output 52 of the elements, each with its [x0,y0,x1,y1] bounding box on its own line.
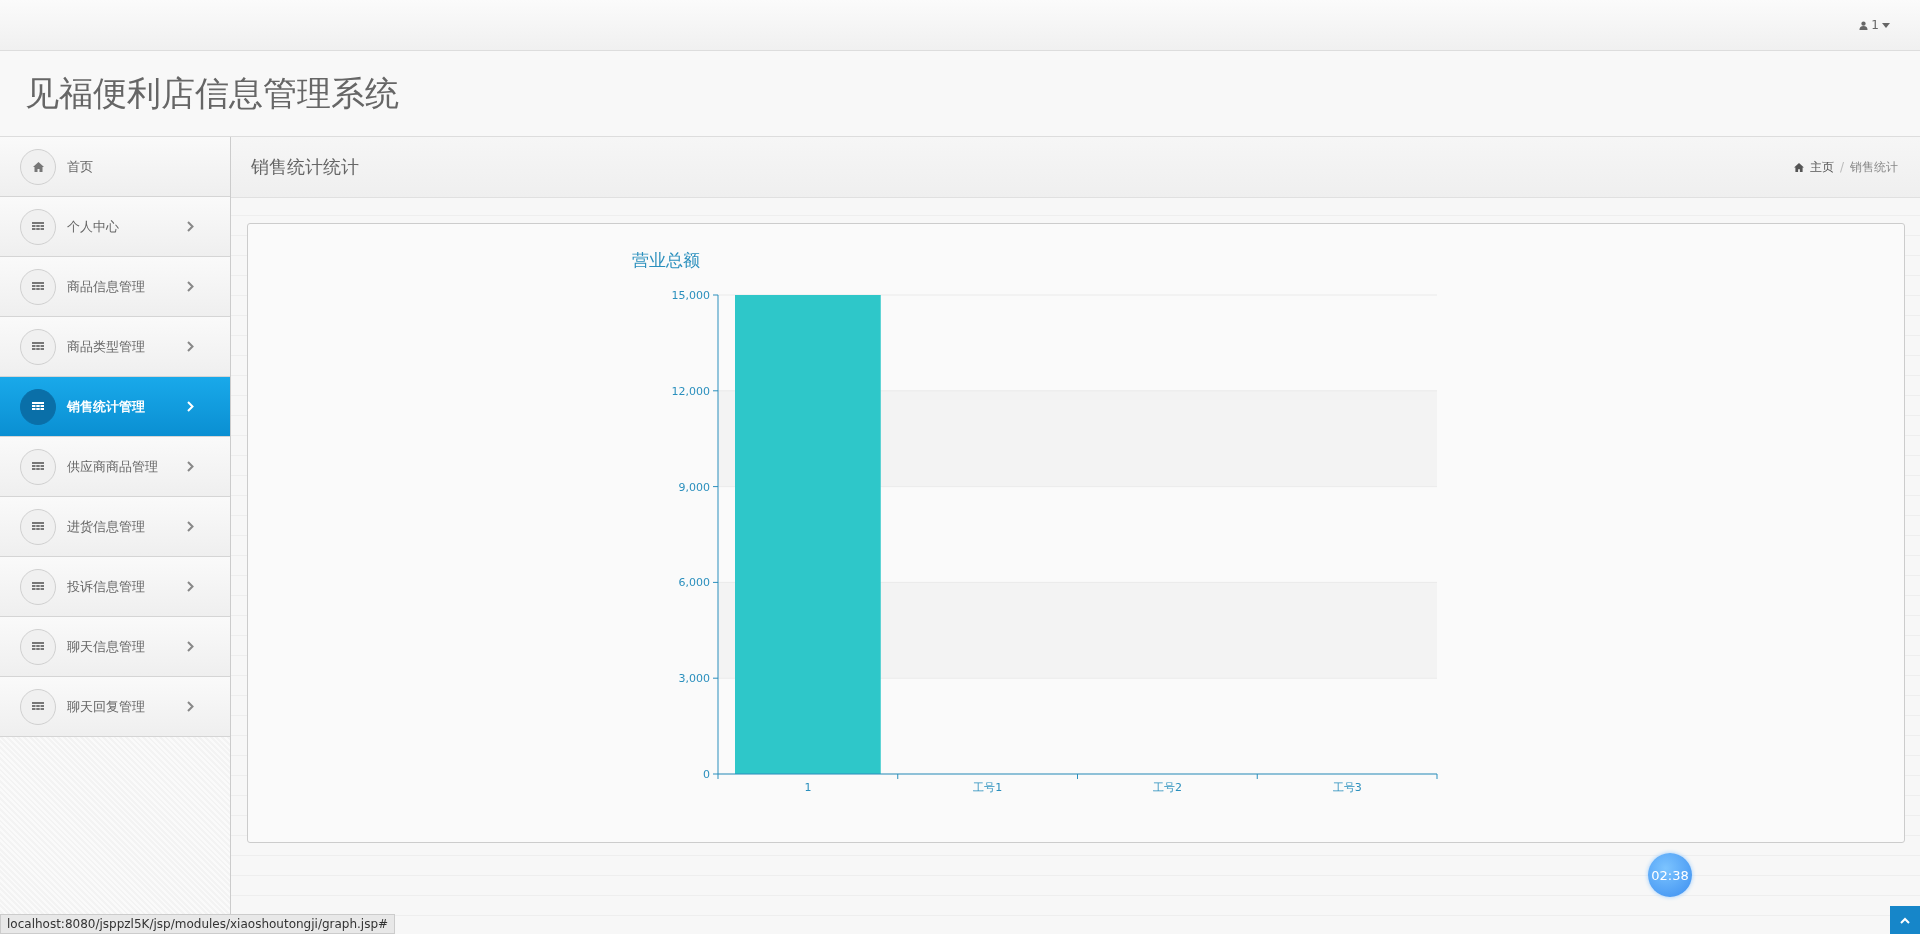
x-tick-label: 工号3 [1332,781,1362,794]
x-tick-label: 工号2 [1152,781,1182,794]
table-icon [32,341,44,352]
breadcrumb-item: 销售统计 [1850,158,1898,176]
sidebar-item[interactable]: 聊天信息管理 [0,617,230,677]
chevron-right-icon [187,581,194,592]
table-icon [32,221,44,232]
sidebar-item[interactable]: 聊天回复管理 [0,677,230,737]
chevron-right-icon [187,221,194,232]
chart-title: 营业总额 [632,250,700,270]
sidebar-item[interactable]: 投诉信息管理 [0,557,230,617]
chevron-right-icon [187,281,194,292]
user-menu[interactable]: 1 [1859,18,1890,32]
breadcrumb-item[interactable]: 主页 [1809,158,1834,176]
sidebar-item[interactable]: 销售统计管理 [0,377,230,437]
chevron-up-icon [1900,916,1910,924]
table-icon [32,701,44,712]
app-title: 见福便利店信息管理系统 [25,71,399,115]
y-tick-label: 3,000 [678,672,710,686]
home-icon [32,161,44,172]
table-icon [32,281,44,292]
table-icon [32,521,44,532]
y-tick-label: 15,000 [671,289,710,302]
chevron-right-icon [187,701,194,712]
x-tick-label: 工号1 [973,781,1003,794]
sidebar-item[interactable]: 首页 [0,137,230,197]
table-icon [32,581,44,592]
caret-icon [1882,22,1890,28]
table-icon [32,401,44,412]
chevron-right-icon [187,461,194,472]
table-icon [32,641,44,652]
table-icon [32,461,44,472]
chevron-right-icon [187,521,194,532]
y-tick-label: 6,000 [678,576,710,590]
y-tick-label: 9,000 [678,480,710,494]
sidebar-item[interactable]: 商品类型管理 [0,317,230,377]
scroll-top-button[interactable] [1890,906,1920,934]
breadcrumb-separator: / [1839,160,1844,174]
chevron-right-icon [187,641,194,652]
home-icon [1793,162,1804,172]
user-icon [1859,20,1869,30]
y-tick-label: 0 [703,768,710,781]
chevron-right-icon [187,401,194,412]
status-url: localhost:8080/jsppzl5K/jsp/modules/xiaoshoutongji/graph.jsp# [0,914,396,934]
y-tick-label: 12,000 [671,384,710,398]
sidebar-item[interactable]: 个人中心 [0,197,230,257]
chevron-right-icon [187,341,194,352]
sidebar-item[interactable]: 进货信息管理 [0,497,230,557]
x-tick-label: 1 [804,781,812,794]
page-title: 销售统计统计 [251,155,359,179]
sidebar-item[interactable]: 供应商商品管理 [0,437,230,497]
sidebar-item[interactable]: 商品信息管理 [0,257,230,317]
